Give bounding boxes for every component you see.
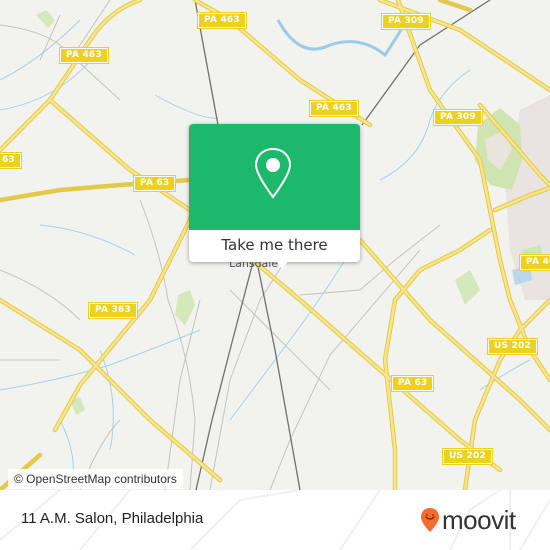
route-shield-pa463: PA 463 [309,100,359,117]
map-view[interactable]: PA 463 PA 309 PA 463 PA 463 PA 309 63 PA… [0,0,550,490]
route-shield-pa309: PA 309 [381,13,431,30]
route-shield-pa463: PA 463 [59,47,109,64]
footer: 11 A.M. Salon, Philadelphia moovit [0,490,550,550]
park-area [36,10,55,28]
route-shield-pa463: PA 463 [197,12,247,29]
route-shield-pa309: PA 309 [433,109,483,126]
location-pin-icon [254,147,292,199]
route-shield-pa63: PA 63 [390,375,435,392]
take-me-there-button[interactable]: Take me there [189,230,360,262]
park-area [455,270,480,305]
location-popup: Take me there [189,124,360,269]
map-attribution[interactable]: © OpenStreetMap contributors [8,469,183,489]
moovit-pin-icon [421,508,439,532]
popup-header [189,124,360,230]
place-name: 11 A.M. Salon, Philadelphia [21,510,204,527]
brand-name: moovit [442,505,516,535]
moovit-logo[interactable]: moovit [420,504,516,536]
route-shield-pa63: 63 [0,152,22,169]
route-shield-pa463: PA 46 [518,254,550,271]
map-card: PA 463 PA 309 PA 463 PA 463 PA 309 63 PA… [0,0,550,550]
route-shield-pa363: PA 363 [88,302,138,319]
popup-pointer [276,261,288,269]
route-shield-us202: US 202 [442,448,493,465]
route-shield-pa63: PA 63 [132,175,177,192]
park-area [175,290,195,325]
route-shield-us202: US 202 [487,338,538,355]
